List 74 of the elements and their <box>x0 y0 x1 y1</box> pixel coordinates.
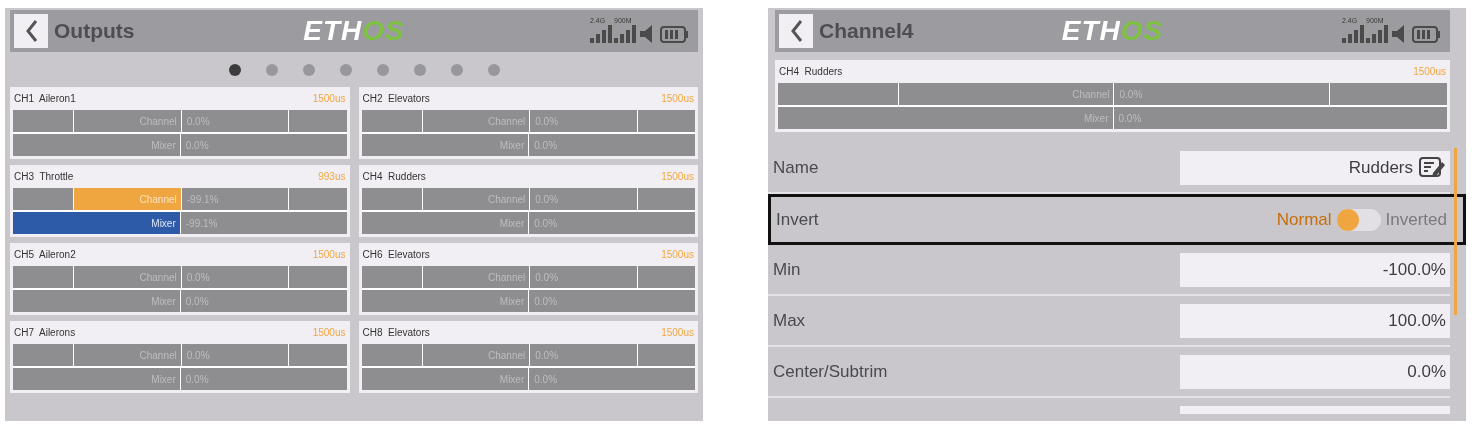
table-cell <box>637 266 695 288</box>
input-field[interactable]: -100.0% <box>1180 252 1450 287</box>
pulse-value: 1500us <box>312 248 346 262</box>
input-field[interactable]: Rudders <box>1180 150 1450 185</box>
pulse-value: 1500us <box>1413 65 1446 79</box>
pulse-value: 1500us <box>661 248 694 262</box>
table-cell <box>13 110 73 132</box>
setting-label: Max <box>773 309 806 332</box>
screen-title: Channel4 <box>819 18 914 45</box>
scrollbar[interactable] <box>1454 148 1457 315</box>
signal-bars-icon <box>614 25 636 43</box>
setting-label: Center/Subtrim <box>773 360 888 383</box>
table-cell <box>637 344 695 366</box>
channel-name: CH8 Elevators <box>362 326 430 340</box>
pulse-value: 1500us <box>661 92 694 106</box>
channel-name: CH3 Throttle <box>14 170 74 184</box>
back-icon <box>788 18 804 44</box>
signal-bars-icon <box>1366 25 1388 43</box>
option-label: Inverted <box>1385 208 1447 231</box>
table-cell <box>361 344 422 366</box>
edit-icon <box>1419 156 1446 179</box>
table-cell <box>13 188 73 210</box>
table-cell <box>289 266 347 288</box>
table-cell <box>13 344 73 366</box>
logo-text: ETH <box>1061 17 1121 45</box>
channel-name: CH6 Elevators <box>362 248 430 262</box>
input-field[interactable] <box>1180 406 1450 414</box>
battery-icon <box>1412 26 1440 43</box>
input-field[interactable]: 100.0% <box>1180 303 1450 338</box>
setting-label: Min <box>773 258 801 281</box>
setting-row[interactable]: Center/Subtrim 0.0% <box>768 347 1450 398</box>
screen-title: Outputs <box>54 18 135 45</box>
setting-row[interactable]: Invert Normal Inverted <box>768 194 1466 245</box>
setting-label: Name <box>773 156 819 179</box>
pulse-value: 993us <box>318 170 346 184</box>
back-icon <box>23 18 39 44</box>
table-cell <box>289 110 347 132</box>
toggle-switch[interactable] <box>1336 208 1381 231</box>
speaker-icon <box>640 25 652 43</box>
channel-name: CH5 Aileron2 <box>14 248 76 262</box>
logo-text: OS <box>1120 17 1164 45</box>
pulse-value: 1500us <box>661 326 694 340</box>
mixer-label: Mixer <box>13 212 180 234</box>
battery-icon <box>660 26 688 43</box>
channel-name: CH2 Elevators <box>362 92 430 106</box>
setting-row[interactable]: Name Rudders <box>768 143 1450 194</box>
table-cell <box>13 266 73 288</box>
pulse-value: 1500us <box>312 326 346 340</box>
setting-label: Invert <box>776 208 819 231</box>
table-cell <box>361 266 422 288</box>
setting-row[interactable]: Min -100.0% <box>768 245 1450 296</box>
channel-label: Channel <box>74 188 181 210</box>
speaker-icon <box>1392 25 1404 43</box>
table-cell <box>361 188 422 210</box>
channel-name: CH4 Rudders <box>362 170 426 184</box>
back-button[interactable] <box>779 14 813 48</box>
logo-text: ETH <box>303 17 363 45</box>
table-cell <box>637 188 695 210</box>
back-button[interactable] <box>14 14 48 48</box>
table-cell <box>289 344 347 366</box>
signal-bars-icon <box>1342 25 1364 43</box>
logo-text: OS <box>362 17 405 45</box>
input-field[interactable]: 0.0% <box>1180 354 1450 389</box>
pulse-value: 1500us <box>661 170 694 184</box>
channel-name: CH1 Aileron1 <box>14 92 76 106</box>
pulse-value: 1500us <box>312 92 346 106</box>
table-cell <box>637 110 695 132</box>
table-cell <box>361 110 422 132</box>
table-cell <box>289 188 347 210</box>
option-label: Normal <box>1276 208 1332 231</box>
signal-bars-icon <box>590 25 612 43</box>
channel-name: CH4 Rudders <box>779 65 843 79</box>
setting-row[interactable]: Max 100.0% <box>768 296 1450 347</box>
channel-name: CH7 Ailerons <box>14 326 76 340</box>
